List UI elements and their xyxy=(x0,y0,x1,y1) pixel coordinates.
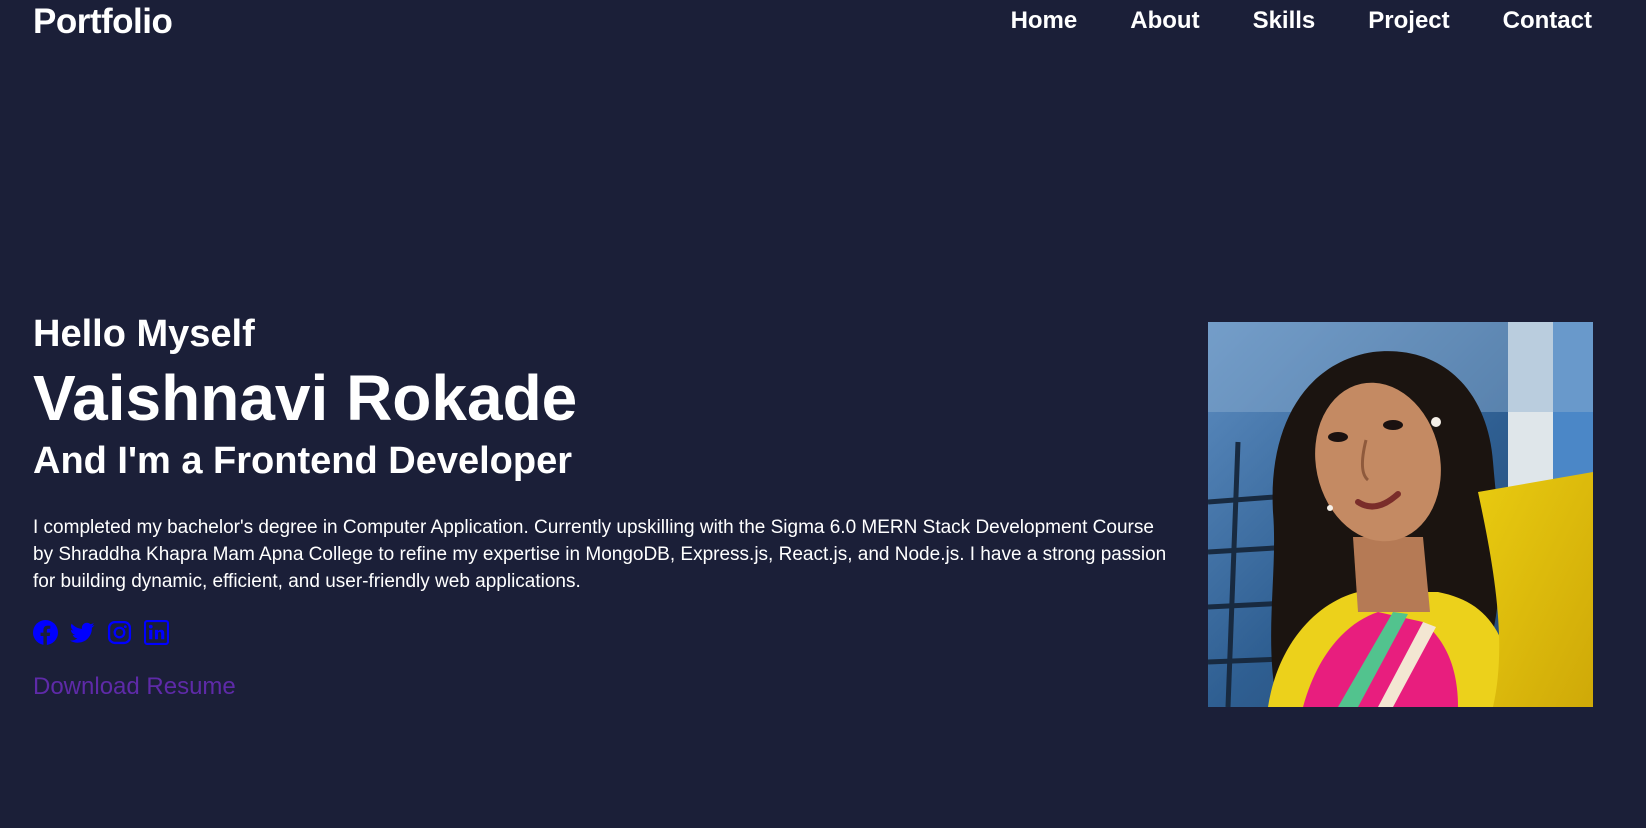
nav-link-home[interactable]: Home xyxy=(1011,7,1078,35)
download-resume-link[interactable]: Download Resume xyxy=(33,673,236,701)
twitter-icon[interactable] xyxy=(70,620,95,645)
nav-link-skills[interactable]: Skills xyxy=(1253,7,1316,35)
nav-links: Home About Skills Project Contact xyxy=(1011,7,1592,35)
profile-photo xyxy=(1208,322,1593,707)
brand-logo[interactable]: Portfolio xyxy=(33,2,173,42)
nav-link-project[interactable]: Project xyxy=(1368,7,1449,35)
hero-bio: I completed my bachelor's degree in Comp… xyxy=(33,517,1167,592)
nav-link-about[interactable]: About xyxy=(1130,7,1199,35)
navbar: Portfolio Home About Skills Project Cont… xyxy=(0,0,1646,46)
instagram-icon[interactable] xyxy=(107,620,132,645)
hero-role: And I'm a Frontend Developer xyxy=(33,440,572,482)
social-links xyxy=(33,619,1183,645)
hero-name: Vaishnavi Rokade xyxy=(33,362,578,434)
hero-section: Hello Myself Vaishnavi Rokade And I'm a … xyxy=(33,310,1183,701)
linkedin-icon[interactable] xyxy=(144,619,169,645)
nav-link-contact[interactable]: Contact xyxy=(1503,7,1592,35)
facebook-icon[interactable] xyxy=(33,619,58,645)
hero-greeting: Hello Myself xyxy=(33,313,255,355)
